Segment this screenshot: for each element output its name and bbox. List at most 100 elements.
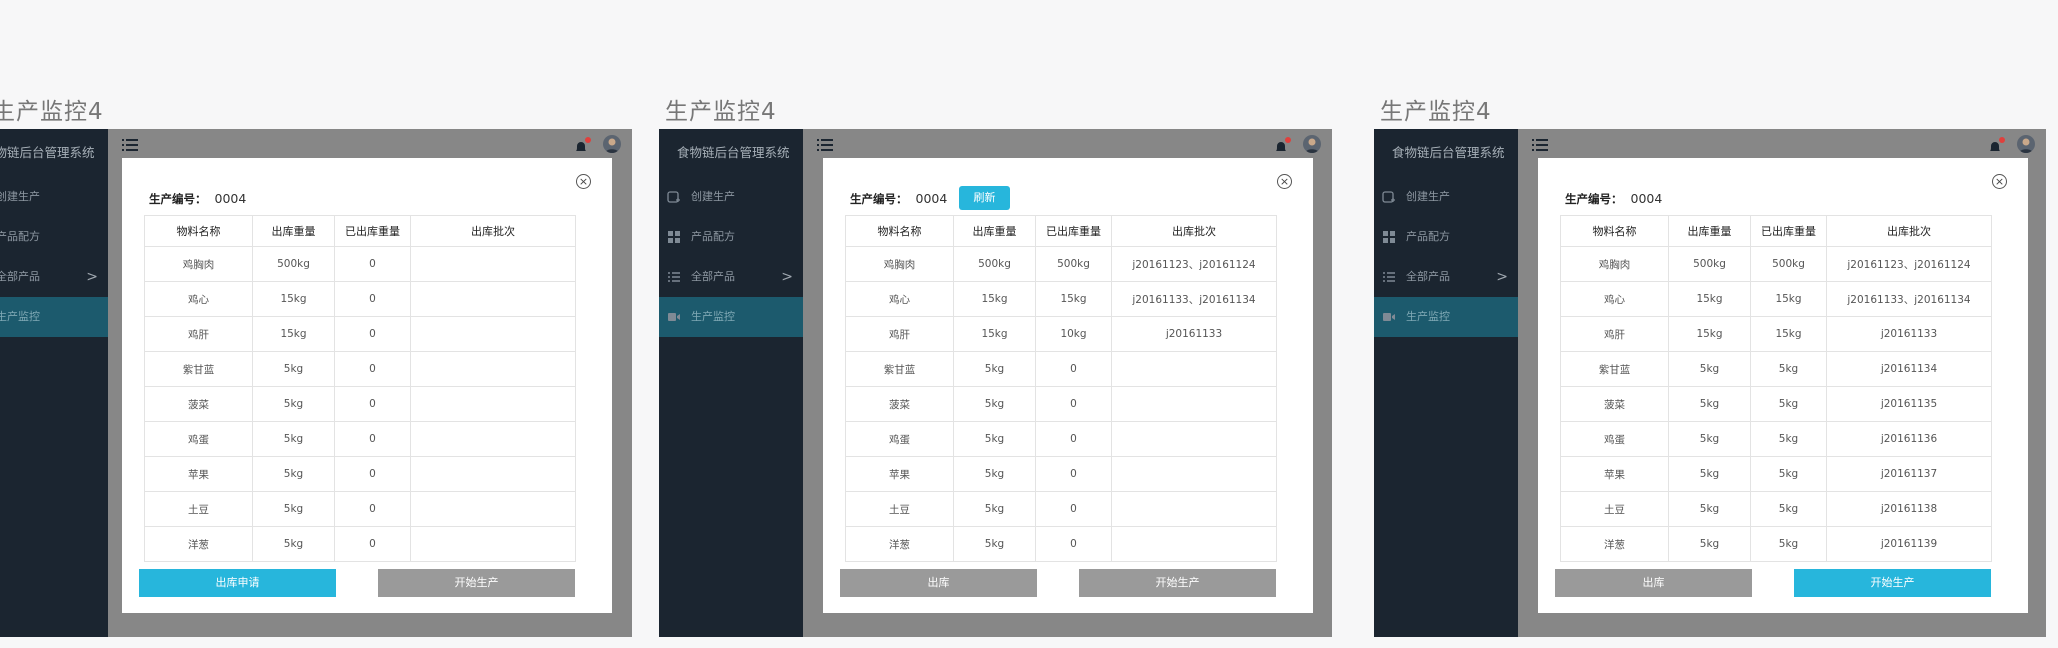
notification-icon[interactable] [574, 137, 591, 154]
refresh-button[interactable]: 刷新 [959, 186, 1010, 210]
table-row: 洋葱 5kg 0 [144, 526, 576, 562]
sidebar-item[interactable]: 创建生产 [0, 177, 108, 217]
column-header: 出库重量 [252, 215, 335, 247]
outbound-batch: j20161133 [1826, 316, 1992, 352]
outbound-weight: 5kg [1668, 386, 1751, 422]
outbound-batch: j20161135 [1826, 386, 1992, 422]
material-name: 菠菜 [845, 386, 954, 422]
sidebar-item[interactable]: 全部产品 > [1374, 257, 1518, 297]
sidebar-item-label: 产品配方 [1406, 230, 1450, 243]
outbound-batch [1111, 351, 1277, 387]
sidebar-item[interactable]: 产品配方 [0, 217, 108, 257]
close-icon[interactable]: × [1992, 174, 2007, 189]
sidebar-item[interactable]: 创建生产 [1374, 177, 1518, 217]
start-production-button[interactable]: 开始生产 [1079, 569, 1276, 597]
outbound-weight: 5kg [953, 491, 1036, 527]
materials-table: 物料名称 出库重量 已出库重量 出库批次 鸡胸肉 500kg 0 鸡心 15kg 0 鸡肝 15kg 0… [144, 215, 576, 562]
sidebar-item-label: 创建生产 [1406, 190, 1450, 203]
sidebar-item[interactable]: 全部产品 > [0, 257, 108, 297]
outbound-weight: 15kg [953, 281, 1036, 317]
notification-icon[interactable] [1274, 137, 1291, 154]
avatar[interactable] [1303, 135, 1321, 153]
outbound-batch: j20161133 [1111, 316, 1277, 352]
table-row: 鸡蛋 5kg 0 [845, 421, 1277, 457]
shipped-weight: 0 [334, 246, 411, 282]
material-name: 鸡心 [1560, 281, 1669, 317]
material-name: 鸡蛋 [144, 421, 253, 457]
outbound-weight: 5kg [252, 456, 335, 492]
avatar[interactable] [2017, 135, 2035, 153]
shipped-weight: 0 [1035, 351, 1112, 387]
notification-icon[interactable] [1988, 137, 2005, 154]
table-row: 苹果 5kg 5kg j20161137 [1560, 456, 1992, 492]
table-row: 菠菜 5kg 0 [845, 386, 1277, 422]
outbound-dialog: × 生产编号： 0004 物料名称 出库重量 已出库重量 出库批次 鸡胸肉 500kg 500kg… [1538, 158, 2028, 613]
column-header: 出库批次 [1826, 215, 1992, 247]
column-header: 物料名称 [144, 215, 253, 247]
notification-dot [585, 137, 591, 143]
sidebar-item[interactable]: 生产监控 [659, 297, 803, 337]
menu-icon[interactable] [122, 137, 138, 151]
outbound-button[interactable]: 出库 [840, 569, 1037, 597]
avatar[interactable] [603, 135, 621, 153]
sidebar-item[interactable]: 产品配方 [659, 217, 803, 257]
outbound-batch [410, 526, 576, 562]
column-header: 出库批次 [1111, 215, 1277, 247]
outbound-batch [410, 281, 576, 317]
material-name: 苹果 [845, 456, 954, 492]
material-name: 洋葱 [1560, 526, 1669, 562]
outbound-button[interactable]: 出库 [1555, 569, 1752, 597]
material-name: 紫甘蓝 [1560, 351, 1669, 387]
column-header: 已出库重量 [1035, 215, 1112, 247]
material-name: 洋葱 [144, 526, 253, 562]
artboard-title: 生产监控4 [0, 99, 104, 125]
notification-dot [1999, 137, 2005, 143]
sidebar-item[interactable]: 生产监控 [1374, 297, 1518, 337]
outbound-batch [1111, 526, 1277, 562]
outbound-weight: 5kg [1668, 491, 1751, 527]
chevron-right-icon: > [86, 269, 98, 285]
close-icon[interactable]: × [1277, 174, 1292, 189]
outbound-weight: 15kg [953, 316, 1036, 352]
brand-title: 食物链后台管理系统 [677, 145, 790, 160]
sidebar-item[interactable]: 创建生产 [659, 177, 803, 217]
start-production-button[interactable]: 开始生产 [378, 569, 575, 597]
menu-icon[interactable] [817, 137, 833, 151]
table-row: 菠菜 5kg 5kg j20161135 [1560, 386, 1992, 422]
sidebar-item[interactable]: 全部产品 > [659, 257, 803, 297]
outbound-dialog: × 生产编号： 0004 物料名称 出库重量 已出库重量 出库批次 鸡胸肉 500kg 0 鸡心 15… [122, 158, 612, 613]
sidebar-item-label: 产品配方 [691, 230, 735, 243]
brand-title: 食物链后台管理系统 [0, 145, 95, 160]
chevron-right-icon: > [781, 269, 793, 285]
column-header: 出库重量 [953, 215, 1036, 247]
outbound-batch: j20161123、j20161124 [1111, 246, 1277, 282]
sidebar-item[interactable]: 生产监控 [0, 297, 108, 337]
sidebar-item-label: 生产监控 [0, 310, 40, 323]
shipped-weight: 0 [334, 421, 411, 457]
shipped-weight: 0 [334, 386, 411, 422]
shipped-weight: 0 [1035, 491, 1112, 527]
grid-icon [1382, 230, 1396, 244]
outbound-weight: 5kg [1668, 351, 1751, 387]
table-row: 土豆 5kg 0 [144, 491, 576, 527]
materials-table: 物料名称 出库重量 已出库重量 出库批次 鸡胸肉 500kg 500kg j20161123、… [1560, 215, 1992, 562]
column-header: 出库批次 [410, 215, 576, 247]
sidebar-item[interactable]: 产品配方 [1374, 217, 1518, 257]
outbound-batch [410, 491, 576, 527]
outbound-batch: j20161123、j20161124 [1826, 246, 1992, 282]
sidebar: 食物链后台管理系统创建生产产品配方全部产品 > 生产监控 [659, 129, 803, 637]
material-name: 菠菜 [1560, 386, 1669, 422]
close-icon[interactable]: × [576, 174, 591, 189]
table-row: 鸡胸肉 500kg 0 [144, 246, 576, 282]
menu-icon[interactable] [1532, 137, 1548, 151]
outbound-weight: 5kg [252, 421, 335, 457]
table-row: 鸡蛋 5kg 5kg j20161136 [1560, 421, 1992, 457]
outbound-request-button[interactable]: 出库申请 [139, 569, 336, 597]
app-window: 食物链后台管理系统创建生产产品配方全部产品 > 生产监控 × 生产编号： 0004 物料名称… [0, 129, 632, 637]
shipped-weight: 0 [1035, 526, 1112, 562]
start-production-button[interactable]: 开始生产 [1794, 569, 1991, 597]
table-row: 苹果 5kg 0 [144, 456, 576, 492]
outbound-batch: j20161133、j20161134 [1111, 281, 1277, 317]
material-name: 鸡胸肉 [1560, 246, 1669, 282]
shipped-weight: 0 [334, 351, 411, 387]
